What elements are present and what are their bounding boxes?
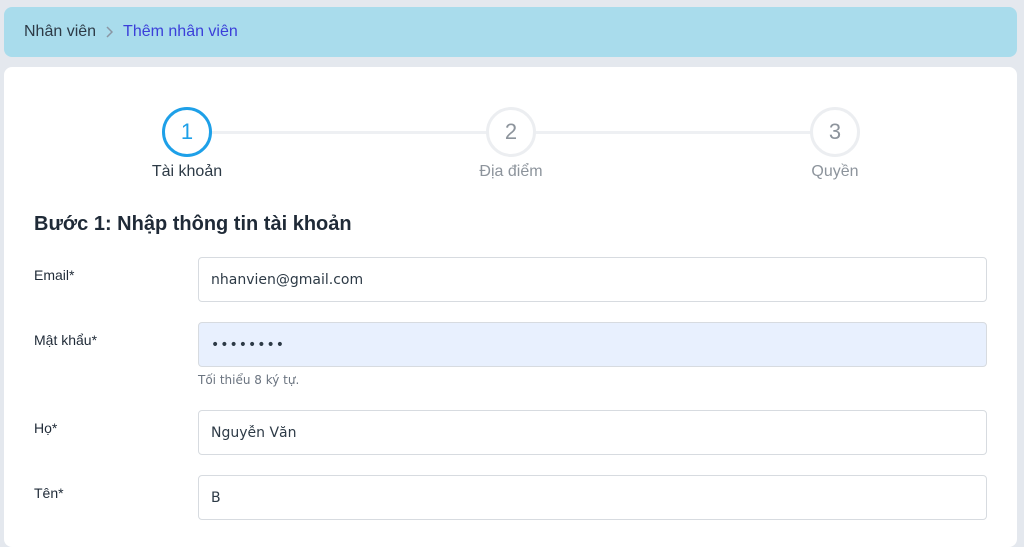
first-name-label: Tên* (34, 485, 64, 501)
step-label: Tài khoản (151, 163, 223, 180)
step-label: Địa điểm (479, 163, 543, 180)
breadcrumb-link-nhan-vien[interactable]: Nhân viên (24, 23, 96, 41)
step-dia-diem[interactable]: 2 Địa điểm (441, 107, 581, 181)
step-number: 3 (810, 107, 860, 157)
email-label: Email* (34, 267, 75, 283)
breadcrumb: Nhân viên Thêm nhân viên (4, 7, 1017, 57)
first-name-field[interactable] (198, 475, 987, 520)
chevron-right-icon (105, 26, 114, 38)
last-name-label: Họ* (34, 420, 58, 436)
step-tai-khoan[interactable]: 1 Tài khoản (117, 107, 257, 181)
password-field[interactable] (198, 322, 987, 367)
step-number: 2 (486, 107, 536, 157)
form-card: 1 Tài khoản 2 Địa điểm 3 Quyền Bước 1: N… (4, 67, 1017, 547)
section-title: Bước 1: Nhập thông tin tài khoản (34, 213, 352, 235)
email-field[interactable] (198, 257, 987, 302)
step-label: Quyền (811, 163, 859, 180)
last-name-field[interactable] (198, 410, 987, 455)
password-help-text: Tối thiểu 8 ký tự. (198, 373, 300, 387)
breadcrumb-current: Thêm nhân viên (123, 23, 238, 40)
step-number: 1 (162, 107, 212, 157)
step-quyen[interactable]: 3 Quyền (765, 107, 905, 181)
password-label: Mật khẩu* (34, 332, 98, 348)
